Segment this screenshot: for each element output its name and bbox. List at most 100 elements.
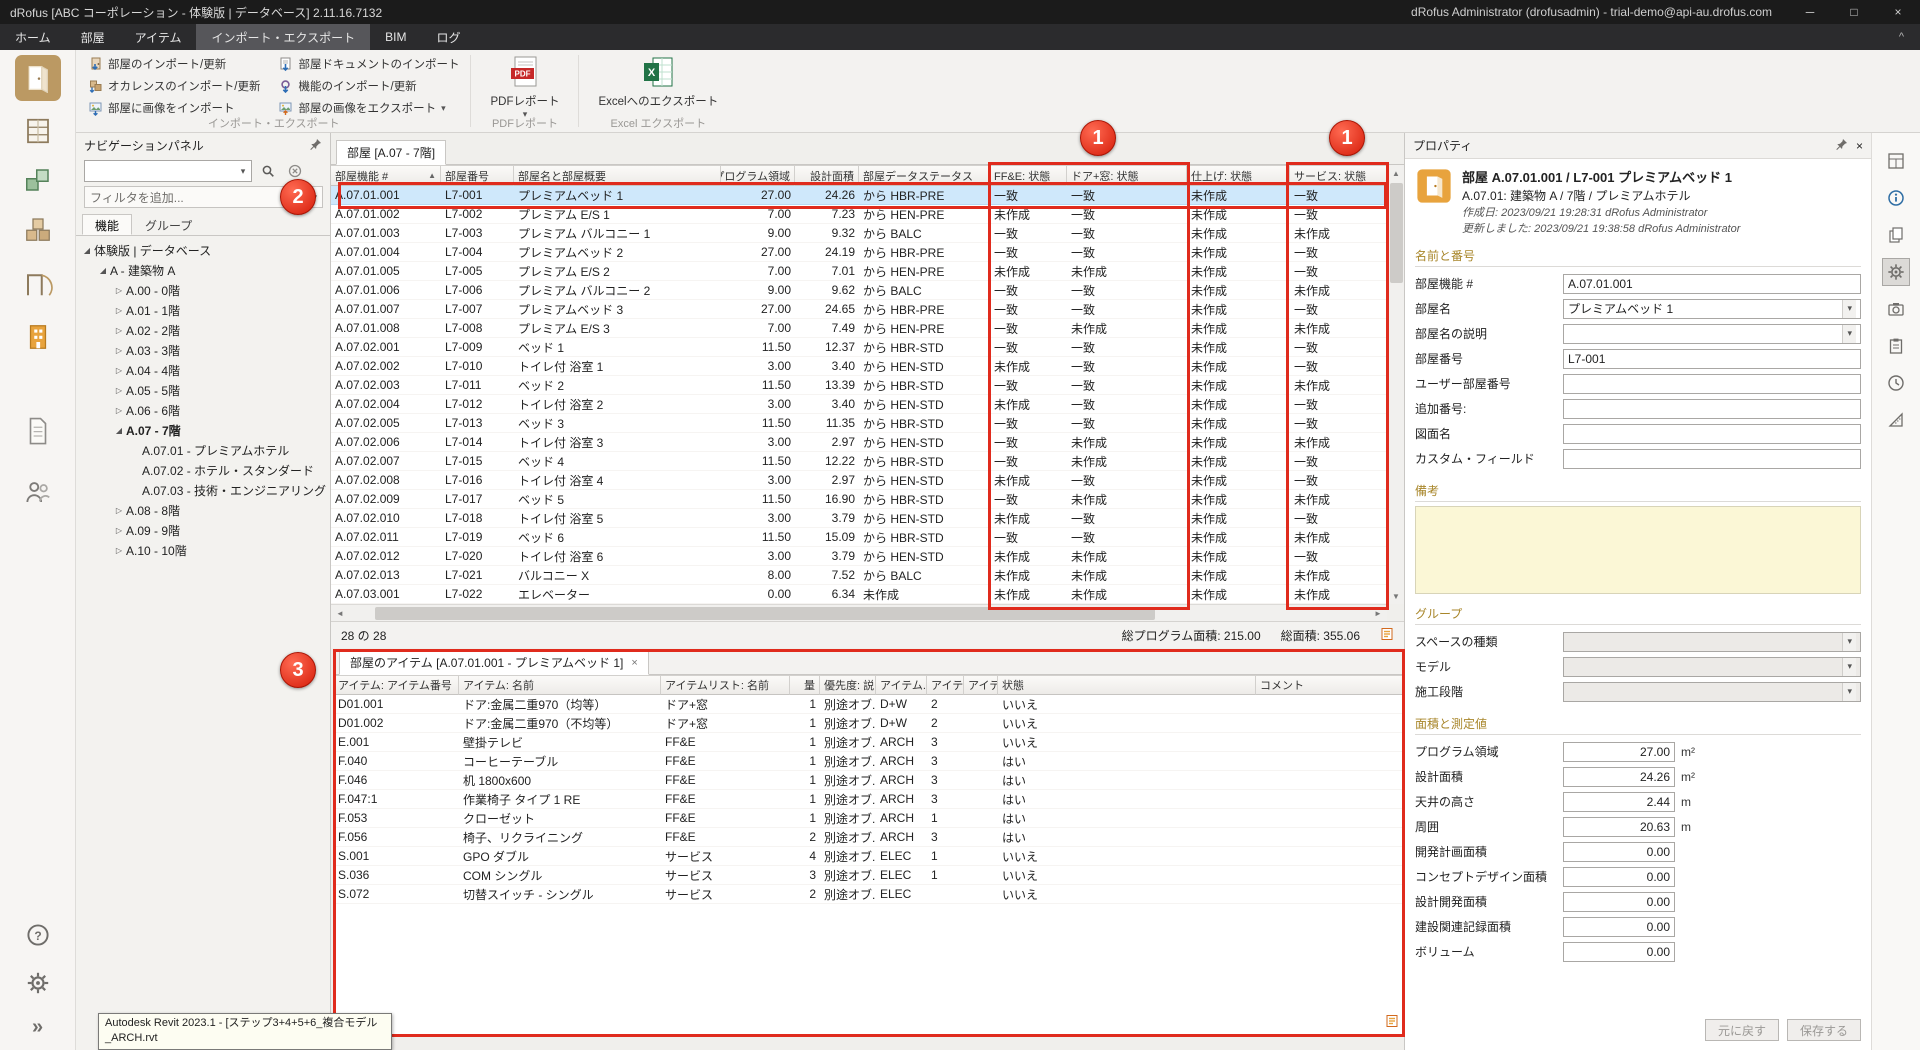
field-value[interactable]: 0.00: [1563, 842, 1675, 862]
column-header-2[interactable]: 部屋名と部屋概要: [514, 165, 721, 186]
item-row[interactable]: E.001壁掛テレビFF&E1別途オブ...ARCH3いいえ: [334, 733, 1403, 752]
tree-expander-icon[interactable]: ▷: [112, 306, 126, 315]
room-row[interactable]: A.07.01.003L7-003プレミアム バルコニー 19.009.32から…: [331, 224, 1387, 243]
rooms-horizontal-scrollbar[interactable]: ◄ ►: [331, 604, 1387, 621]
item-row[interactable]: S.072切替スイッチ - シングルサービス2別途オブ...ELECいいえ: [334, 885, 1403, 904]
column-header-8[interactable]: 仕上げ: 状態: [1187, 165, 1290, 186]
tree-item[interactable]: ▷A.05 - 5階: [76, 380, 330, 400]
tree-item[interactable]: ◢体験版 | データベース: [76, 240, 330, 260]
field-value[interactable]: プレミアムベッド 1▾: [1563, 299, 1861, 319]
pin-icon[interactable]: [1836, 138, 1848, 153]
close-panel-icon[interactable]: ×: [1856, 139, 1863, 153]
info-icon[interactable]: [1882, 184, 1910, 212]
tree-expander-icon[interactable]: ◢: [96, 266, 110, 275]
room-row[interactable]: A.07.02.003L7-011ベッド 211.5013.39から HBR-S…: [331, 376, 1387, 395]
building-module-icon[interactable]: [15, 316, 61, 358]
copy-icon[interactable]: [1882, 221, 1910, 249]
close-tab-icon[interactable]: ×: [631, 657, 637, 669]
products-module-icon[interactable]: [15, 159, 61, 201]
field-value[interactable]: L7-001: [1563, 349, 1861, 369]
room-row[interactable]: A.07.02.007L7-015ベッド 411.5012.22から HBR-S…: [331, 452, 1387, 471]
search-input[interactable]: ▾: [84, 160, 252, 182]
maximize-button[interactable]: □: [1832, 0, 1876, 24]
tree-expander-icon[interactable]: ▷: [112, 326, 126, 335]
menu-tab-1[interactable]: 部屋: [66, 24, 120, 50]
field-value[interactable]: 0.00: [1563, 892, 1675, 912]
search-icon[interactable]: [257, 160, 279, 182]
room-row[interactable]: A.07.02.008L7-016トイレ付 浴室 43.002.97から HEN…: [331, 471, 1387, 490]
pdf-report-button[interactable]: PDF PDFレポート ▾: [478, 53, 571, 118]
clipboard-icon[interactable]: [1882, 332, 1910, 360]
scroll-right-icon[interactable]: ►: [1369, 605, 1387, 621]
column-header-3[interactable]: 量: [790, 675, 820, 695]
field-value[interactable]: A.07.01.001: [1563, 274, 1861, 294]
field-value[interactable]: [1563, 374, 1861, 394]
column-header-3[interactable]: プログラム領域: [721, 165, 795, 186]
tree-item[interactable]: ▷A.10 - 10階: [76, 540, 330, 560]
tree-expander-icon[interactable]: ▷: [112, 506, 126, 515]
menu-tab-3[interactable]: インポート・エクスポート: [196, 24, 370, 50]
rooms-vertical-scrollbar[interactable]: ▲ ▼: [1387, 165, 1404, 604]
field-value[interactable]: ▾: [1563, 657, 1861, 677]
clock-icon[interactable]: [1882, 369, 1910, 397]
room-row[interactable]: A.07.01.005L7-005プレミアム E/S 27.007.01から H…: [331, 262, 1387, 281]
field-value[interactable]: 24.26: [1563, 767, 1675, 787]
camera-icon[interactable]: [1882, 295, 1910, 323]
column-header-9[interactable]: コメント: [1256, 675, 1406, 695]
menu-tab-0[interactable]: ホーム: [0, 24, 66, 50]
column-header-1[interactable]: 部屋番号: [441, 165, 514, 186]
tree-expander-icon[interactable]: ▷: [112, 386, 126, 395]
help-icon[interactable]: ?: [18, 918, 58, 952]
scroll-up-icon[interactable]: ▲: [1388, 165, 1404, 181]
item-row[interactable]: F.047:1作業椅子 タイプ 1 REFF&E1別途オブ...ARCH3はい: [334, 790, 1403, 809]
occurrences-module-icon[interactable]: [15, 208, 61, 250]
room-row[interactable]: A.07.02.002L7-010トイレ付 浴室 13.003.40から HEN…: [331, 357, 1387, 376]
tree-item[interactable]: A.07.02 - ホテル・スタンダード: [76, 460, 330, 480]
item-row[interactable]: F.046机 1800x600FF&E1別途オブ...ARCH3はい: [334, 771, 1403, 790]
tree-item[interactable]: ◢A.07 - 7階: [76, 420, 330, 440]
tree-item[interactable]: A.07.03 - 技術・エンジニアリング: [76, 480, 330, 500]
column-header-7[interactable]: ドア+窓: 状態: [1067, 165, 1187, 186]
tree-item[interactable]: ▷A.03 - 3階: [76, 340, 330, 360]
items-report-icon[interactable]: [1385, 1014, 1399, 1031]
ribbon-button-0[interactable]: 部屋のインポート/更新: [84, 53, 264, 75]
room-row[interactable]: A.07.01.008L7-008プレミアム E/S 37.007.49から H…: [331, 319, 1387, 338]
column-header-6[interactable]: FF&E: 状態: [990, 165, 1067, 186]
field-value[interactable]: 27.00: [1563, 742, 1675, 762]
item-row[interactable]: F.056椅子、リクライニングFF&E2別途オブ...ARCH3はい: [334, 828, 1403, 847]
field-value[interactable]: 2.44: [1563, 792, 1675, 812]
room-row[interactable]: A.07.02.011L7-019ベッド 611.5015.09から HBR-S…: [331, 528, 1387, 547]
tree-expander-icon[interactable]: ◢: [112, 426, 126, 435]
column-header-7[interactable]: アイテ...: [964, 675, 998, 695]
scrollbar-thumb[interactable]: [375, 607, 1155, 620]
tree-expander-icon[interactable]: ▷: [112, 366, 126, 375]
close-button[interactable]: ×: [1876, 0, 1920, 24]
ribbon-button-3[interactable]: 機能のインポート/更新: [274, 75, 463, 97]
field-value[interactable]: [1563, 424, 1861, 444]
nav-tab-0[interactable]: 機能: [82, 214, 132, 235]
menu-tab-5[interactable]: ログ: [421, 24, 475, 50]
expand-sidebar-icon[interactable]: »: [18, 1010, 58, 1044]
scroll-left-icon[interactable]: ◄: [331, 605, 349, 621]
scroll-down-icon[interactable]: ▼: [1388, 588, 1404, 604]
tree-item[interactable]: ▷A.06 - 6階: [76, 400, 330, 420]
item-row[interactable]: D01.002ドア:金属二重970（不均等）ドア+窓1別途オブ...D+W2いい…: [334, 714, 1403, 733]
layout-grid-icon[interactable]: [1882, 147, 1910, 175]
pin-icon[interactable]: [310, 138, 322, 153]
room-row[interactable]: A.07.03.001L7-022エレベーター0.006.34未作成未作成未作成…: [331, 585, 1387, 604]
item-row[interactable]: F.053クローゼットFF&E1別途オブ...ARCH1はい: [334, 809, 1403, 828]
field-value[interactable]: 0.00: [1563, 867, 1675, 887]
column-header-0[interactable]: アイテム: アイテム番号: [334, 675, 459, 695]
tree-item[interactable]: ▷A.08 - 8階: [76, 500, 330, 520]
minimize-button[interactable]: ─: [1788, 0, 1832, 24]
room-row[interactable]: A.07.01.002L7-002プレミアム E/S 17.007.23から H…: [331, 205, 1387, 224]
room-row[interactable]: A.07.02.009L7-017ベッド 511.5016.90から HBR-S…: [331, 490, 1387, 509]
item-row[interactable]: S.001GPO ダブルサービス4別途オブ...ELEC1いいえ: [334, 847, 1403, 866]
menu-tab-2[interactable]: アイテム: [120, 24, 197, 50]
column-header-0[interactable]: 部屋機能 #▲: [331, 165, 441, 186]
scrollbar-thumb[interactable]: [1390, 183, 1403, 283]
report-icon[interactable]: [1380, 627, 1394, 644]
tree-expander-icon[interactable]: ▷: [112, 346, 126, 355]
tree-expander-icon[interactable]: ◢: [80, 246, 94, 255]
menu-tab-4[interactable]: BIM: [370, 24, 421, 50]
